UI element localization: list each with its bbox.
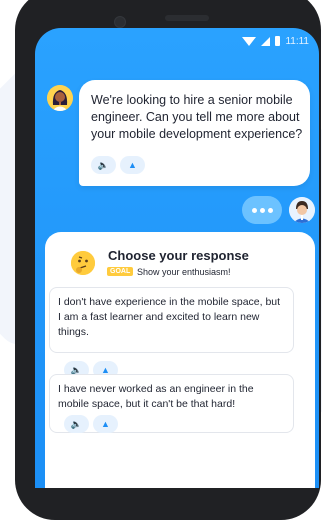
status-time: 11:11 bbox=[285, 35, 309, 47]
card-title: Choose your response bbox=[108, 248, 249, 263]
response-card: Choose your response GOAL Show your enth… bbox=[45, 232, 315, 488]
play-audio-button[interactable]: 🔈 bbox=[64, 415, 89, 433]
wifi-icon bbox=[242, 36, 257, 46]
response-option[interactable]: I have never worked as an engineer in th… bbox=[49, 374, 294, 433]
goal-badge: GOAL bbox=[107, 267, 134, 276]
response-option[interactable]: I don't have experience in the mobile sp… bbox=[49, 287, 294, 379]
user-avatar bbox=[289, 197, 315, 223]
typing-dot bbox=[267, 207, 273, 213]
message-text: We're looking to hire a senior mobile en… bbox=[91, 93, 303, 141]
typing-dot bbox=[259, 207, 265, 213]
turtle-speaker-icon: ▲ bbox=[101, 419, 110, 429]
goal-text: Show your enthusiasm! bbox=[137, 267, 231, 277]
option-text: I have never worked as an engineer in th… bbox=[58, 383, 254, 410]
speaker-icon: 🔈 bbox=[70, 418, 83, 429]
turtle-speaker-icon: ▲ bbox=[128, 160, 137, 170]
typing-dot bbox=[251, 207, 257, 213]
app-screen: 11:11 We're looking to hire a senior mob… bbox=[35, 28, 319, 488]
speaker-icon: 🔈 bbox=[97, 159, 110, 170]
option-text: I don't have experience in the mobile sp… bbox=[58, 296, 281, 338]
battery-icon bbox=[275, 36, 281, 46]
front-camera bbox=[114, 16, 126, 28]
status-bar: 11:11 bbox=[242, 34, 309, 48]
play-slow-audio-button[interactable]: ▲ bbox=[120, 156, 145, 174]
phone-frame: 11:11 We're looking to hire a senior mob… bbox=[15, 0, 321, 520]
interviewer-message: We're looking to hire a senior mobile en… bbox=[79, 80, 310, 186]
typing-indicator bbox=[242, 196, 282, 224]
earpiece-speaker bbox=[165, 15, 209, 21]
thinking-face-icon bbox=[71, 251, 95, 275]
interviewer-avatar bbox=[47, 85, 73, 111]
play-slow-audio-button[interactable]: ▲ bbox=[93, 415, 118, 433]
signal-icon bbox=[261, 36, 271, 46]
play-audio-button[interactable]: 🔈 bbox=[91, 156, 116, 174]
